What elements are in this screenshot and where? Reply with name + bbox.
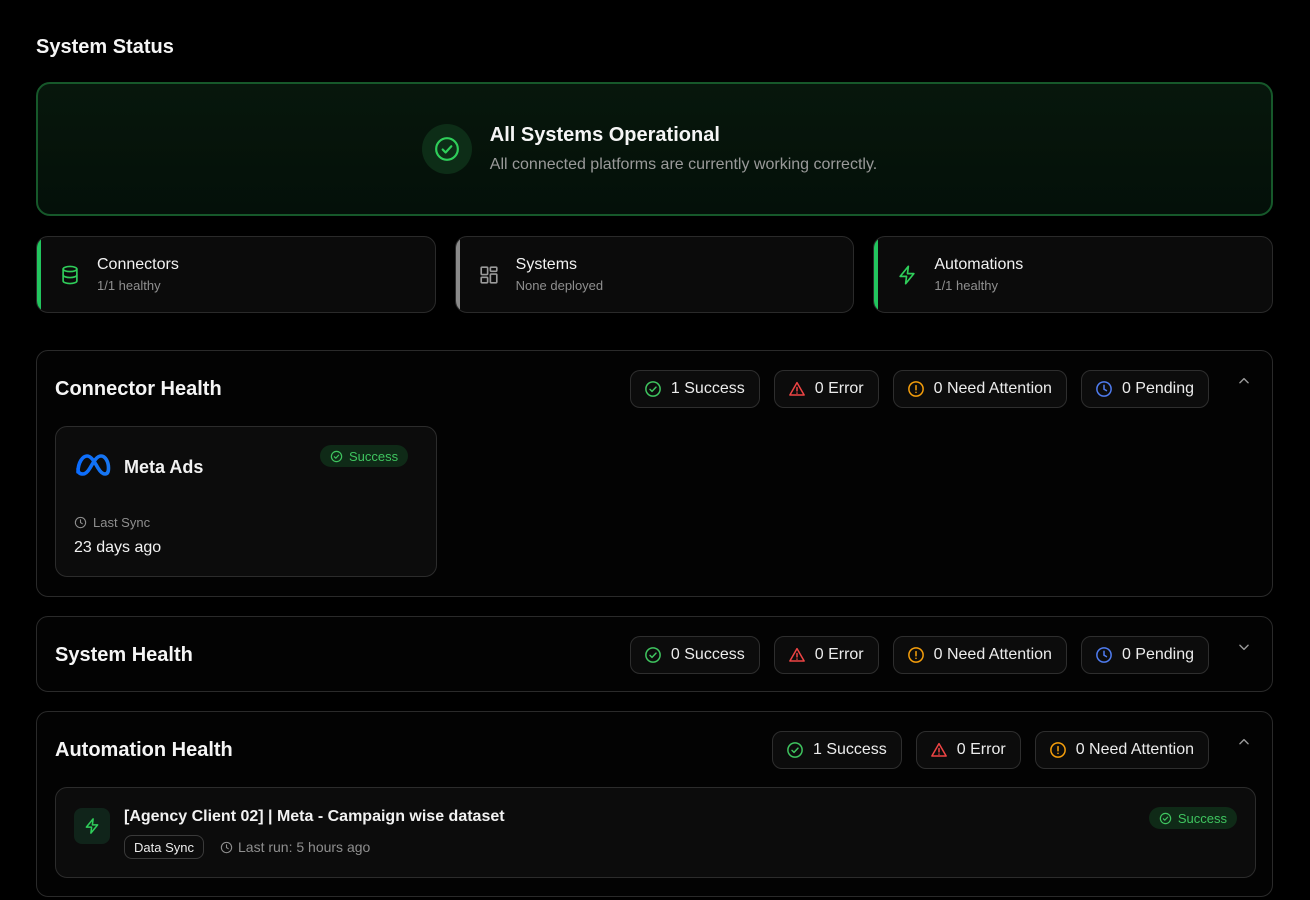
success-pill[interactable]: 1 Success (629, 370, 760, 408)
warning-triangle-icon (788, 381, 805, 396)
card-accent (37, 237, 41, 312)
status-pills: 0 Success 0 Error 0 Need Attention 0 Pen… (629, 636, 1209, 674)
check-circle-icon (1159, 812, 1172, 824)
pill-label: 0 Need Attention (1075, 741, 1194, 758)
pill-label: 1 Success (812, 741, 887, 758)
pill-label: 1 Success (670, 380, 745, 397)
automation-type-tag: Data Sync (124, 835, 204, 859)
system-health-section: System Health 0 Success 0 Error 0 Need A… (36, 616, 1273, 692)
automation-item[interactable]: [Agency Client 02] | Meta - Campaign wis… (55, 787, 1256, 878)
last-run: Last run: 5 hours ago (220, 839, 370, 855)
database-icon (59, 264, 81, 286)
collapse-chevron-up-icon[interactable] (1236, 734, 1252, 750)
section-title: System Health (55, 643, 193, 666)
collapse-chevron-up-icon[interactable] (1236, 373, 1252, 389)
summary-card-automations[interactable]: Automations 1/1 healthy (873, 236, 1274, 313)
pending-pill[interactable]: 0 Pending (1080, 370, 1209, 408)
badge-label: Success (349, 448, 399, 464)
system-status-page: System Status All Systems Operational Al… (0, 0, 1310, 900)
card-title: Connectors (97, 256, 179, 273)
card-title: Systems (515, 256, 578, 273)
error-pill[interactable]: 0 Error (915, 731, 1021, 769)
status-badge: Success (1148, 807, 1237, 829)
error-pill[interactable]: 0 Error (773, 636, 879, 674)
check-circle-icon (330, 450, 343, 462)
status-badge: Success (320, 445, 409, 467)
alert-circle-icon (1049, 742, 1066, 758)
badge-label: Success (1177, 810, 1227, 826)
check-circle-icon (421, 124, 472, 174)
card-accent (874, 237, 879, 312)
banner-title: All Systems Operational (489, 124, 720, 146)
pill-label: 0 Need Attention (933, 646, 1052, 663)
summary-card-systems[interactable]: Systems None deployed (454, 236, 855, 313)
attention-pill[interactable]: 0 Need Attention (1034, 731, 1209, 769)
last-run-text: Last run: 5 hours ago (238, 839, 371, 855)
alert-circle-icon (907, 647, 924, 663)
clock-icon (220, 841, 233, 853)
last-sync-value: 23 days ago (74, 539, 162, 556)
pill-label: 0 Pending (1121, 380, 1194, 397)
summary-cards: Connectors 1/1 healthy Systems None depl… (36, 236, 1274, 313)
pill-label: 0 Need Attention (933, 380, 1052, 397)
clock-icon (1096, 381, 1112, 397)
pill-label: 0 Error (814, 380, 864, 397)
banner-subtitle: All connected platforms are currently wo… (489, 156, 878, 173)
status-banner: All Systems Operational All connected pl… (36, 82, 1273, 216)
meta-logo-icon (74, 452, 112, 483)
warning-triangle-icon (788, 647, 805, 662)
automation-title: [Agency Client 02] | Meta - Campaign wis… (124, 808, 505, 825)
card-subtitle: 1/1 healthy (97, 278, 161, 293)
check-circle-icon (787, 742, 803, 758)
page-title: System Status (36, 36, 174, 58)
pill-label: 0 Error (814, 646, 864, 663)
status-pills: 1 Success 0 Error 0 Need Attention (771, 731, 1209, 769)
summary-card-connectors[interactable]: Connectors 1/1 healthy (36, 236, 436, 313)
pill-label: 0 Success (670, 646, 745, 663)
expand-chevron-down-icon[interactable] (1236, 639, 1252, 655)
clock-icon (74, 516, 87, 529)
pill-label: 0 Error (956, 741, 1006, 758)
card-title: Automations (934, 256, 1024, 273)
attention-pill[interactable]: 0 Need Attention (892, 370, 1067, 408)
last-sync-label: Last Sync (74, 515, 150, 530)
automation-health-section: Automation Health 1 Success 0 Error 0 Ne… (36, 711, 1273, 897)
alert-circle-icon (907, 381, 924, 397)
lightning-icon (74, 808, 110, 844)
connector-health-section: Connector Health 1 Success 0 Error 0 Nee… (36, 350, 1273, 597)
sync-label-text: Last Sync (93, 515, 151, 530)
attention-pill[interactable]: 0 Need Attention (892, 636, 1067, 674)
card-accent (455, 237, 460, 312)
pill-label: 0 Pending (1121, 646, 1194, 663)
connector-name: Meta Ads (124, 457, 204, 477)
check-circle-icon (645, 381, 661, 397)
warning-triangle-icon (930, 742, 947, 757)
status-pills: 1 Success 0 Error 0 Need Attention 0 Pen… (629, 370, 1209, 408)
section-title: Connector Health (55, 377, 222, 400)
grid-icon (478, 264, 500, 286)
check-circle-icon (645, 647, 661, 663)
card-subtitle: 1/1 healthy (934, 278, 998, 293)
section-title: Automation Health (55, 738, 233, 761)
clock-icon (1096, 647, 1112, 663)
connector-card-meta-ads[interactable]: Meta Ads Success Last Sync 23 days ago (55, 426, 437, 577)
card-subtitle: None deployed (515, 278, 604, 293)
lightning-icon (896, 264, 918, 286)
error-pill[interactable]: 0 Error (773, 370, 879, 408)
pending-pill[interactable]: 0 Pending (1080, 636, 1209, 674)
success-pill[interactable]: 1 Success (771, 731, 902, 769)
success-pill[interactable]: 0 Success (629, 636, 760, 674)
